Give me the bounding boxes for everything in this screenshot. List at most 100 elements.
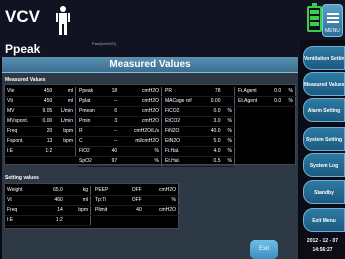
settings-col-left: Weight 65.0 kg Vt 460 ml Freq 14 bpm I:E 1:2 bbox=[5, 186, 91, 226]
parameter-unit: % bbox=[222, 156, 236, 167]
menu-button[interactable]: MENU bbox=[322, 4, 343, 37]
value-row: Fi.Agent 0.0% bbox=[236, 87, 297, 97]
value-row: PR 78 bbox=[163, 87, 236, 97]
parameter-value: 13 bbox=[36, 136, 55, 147]
sidebar-item-alarm-setting[interactable]: Alarm Setting bbox=[303, 98, 345, 122]
parameter-value: 450 bbox=[36, 96, 55, 107]
parameter-value: 0.0 bbox=[268, 87, 284, 97]
parameter-unit: % bbox=[222, 126, 236, 137]
parameter-unit: cmH2O/L/s bbox=[119, 126, 163, 137]
parameter-value: 40 bbox=[105, 146, 120, 157]
value-row: MACage ref 0.00 bbox=[163, 96, 236, 107]
measured-col-1: Vte 450 ml Vti 450 ml MV 9.05 L/min MVspont. 0.00 L… bbox=[5, 87, 77, 157]
value-row: PEEP OFF cmH2O bbox=[93, 186, 179, 196]
parameter-unit: cmH2O bbox=[143, 205, 179, 216]
parameter-unit bbox=[54, 146, 77, 157]
parameter-value: -- bbox=[105, 96, 120, 107]
parameter-unit: % bbox=[222, 106, 236, 117]
parameter-unit: % bbox=[222, 146, 236, 157]
parameter-unit: L/min bbox=[54, 116, 77, 127]
parameter-value: 0.5 bbox=[204, 156, 223, 167]
parameter-value: OFF bbox=[121, 186, 144, 196]
parameter-unit bbox=[222, 96, 236, 107]
parameter-value: 0.0 bbox=[204, 106, 223, 117]
parameter-unit bbox=[64, 215, 91, 226]
sidebar-item-exit-menu[interactable]: Exit Menu bbox=[303, 208, 345, 232]
value-row: Pmin 3 cmH2O bbox=[77, 116, 163, 127]
parameter-name: Vt bbox=[5, 195, 41, 206]
waveform-strip: Ppeak Paw(cmH2O) bbox=[0, 40, 300, 58]
parameter-unit: bpm bbox=[54, 126, 77, 137]
value-row: Freq 20 bpm bbox=[5, 126, 77, 137]
parameter-value: 78 bbox=[204, 87, 223, 97]
parameter-unit: % bbox=[283, 96, 297, 107]
parameter-name: EtN2O bbox=[163, 136, 205, 147]
value-row: Vte 450 ml bbox=[5, 87, 77, 97]
parameter-unit: % bbox=[119, 156, 163, 167]
parameter-unit: % bbox=[143, 195, 179, 206]
value-row: EtN2O 5.0% bbox=[163, 136, 236, 147]
parameter-unit: L/min bbox=[54, 106, 77, 117]
parameter-value: 1:2 bbox=[40, 215, 65, 226]
parameter-value: 0.00 bbox=[204, 96, 223, 107]
sidebar-menu: Ventilation Setting Measured Values Alar… bbox=[300, 40, 345, 259]
sidebar-item-system-log[interactable]: System Log bbox=[303, 153, 345, 177]
parameter-name: I:E bbox=[5, 215, 41, 226]
sidebar-item-standby[interactable]: Standby bbox=[303, 180, 345, 204]
value-row: Freq 14 bpm bbox=[5, 205, 91, 216]
parameter-name: Fi.Agent bbox=[236, 87, 268, 97]
parameter-value: OFF bbox=[121, 195, 144, 206]
value-row: Et.Hal. 0.5% bbox=[163, 156, 236, 167]
parameter-unit: cmH2O bbox=[119, 87, 163, 97]
parameter-name: MVspont. bbox=[5, 116, 37, 127]
parameter-name: MV bbox=[5, 106, 37, 117]
parameter-value: 3.0 bbox=[204, 116, 223, 127]
value-row: Weight 65.0 kg bbox=[5, 186, 91, 196]
parameter-value: 14 bbox=[40, 205, 65, 216]
parameter-unit: ml/cmH2O bbox=[119, 136, 163, 147]
menu-icon bbox=[327, 13, 339, 23]
parameter-value: 40.0 bbox=[204, 126, 223, 137]
ppeak-label: Ppeak bbox=[5, 42, 41, 56]
parameter-name: FiN2O bbox=[163, 126, 205, 137]
measured-col-3: PR 78 MACage ref 0.00 FiCO2 0.0% EtCO2 3.0% FiN2… bbox=[163, 87, 236, 167]
value-row: MVspont. 0.00 L/min bbox=[5, 116, 77, 127]
measured-section-title: Measured Values bbox=[5, 77, 46, 83]
setting-section-title: Setting values bbox=[5, 175, 39, 181]
parameter-name: FiO2 bbox=[77, 146, 106, 157]
parameter-value: 1:2 bbox=[36, 146, 55, 157]
exit-button[interactable]: Exit bbox=[250, 240, 278, 259]
settings-col-right: PEEP OFF cmH2O Tp:Ti OFF% Plimit 40 cmH2O bbox=[93, 186, 179, 216]
parameter-unit: kg bbox=[64, 186, 91, 196]
value-row: Vt 460 ml bbox=[5, 195, 91, 206]
value-row: Tp:Ti OFF% bbox=[93, 195, 179, 206]
value-row: Fspont. 13 bpm bbox=[5, 136, 77, 147]
parameter-name: Ppeak bbox=[77, 87, 106, 97]
sidebar-item-ventilation-setting[interactable]: Ventilation Setting bbox=[303, 46, 345, 70]
sidebar-item-measured-values[interactable]: Measured Values bbox=[303, 72, 345, 96]
ventilation-mode: VCV bbox=[5, 7, 40, 26]
parameter-name: PEEP bbox=[93, 186, 122, 196]
value-row: Pmean 6 cmH2O bbox=[77, 106, 163, 117]
parameter-name: Plimit bbox=[93, 205, 122, 216]
value-row: Pplat -- cmH2O bbox=[77, 96, 163, 107]
parameter-value: 450 bbox=[36, 87, 55, 97]
parameter-name: C bbox=[77, 136, 106, 147]
parameter-unit: cmH2O bbox=[119, 106, 163, 117]
parameter-unit: % bbox=[119, 146, 163, 157]
parameter-unit: cmH2O bbox=[143, 186, 179, 196]
parameter-value: 0.00 bbox=[36, 116, 55, 127]
value-row: Plimit 40 cmH2O bbox=[93, 205, 179, 216]
parameter-unit: bpm bbox=[64, 205, 91, 216]
value-row: FiO2 40% bbox=[77, 146, 163, 157]
paw-axis-label: Paw(cmH2O) bbox=[92, 41, 117, 46]
parameter-value: 65.0 bbox=[40, 186, 65, 196]
parameter-unit: cmH2O bbox=[119, 116, 163, 127]
measured-values-dialog: Measured Values Measured Values Vte 450 ml… bbox=[2, 57, 298, 259]
parameter-name: Fi.Hal. bbox=[163, 146, 205, 157]
parameter-unit: ml bbox=[54, 96, 77, 107]
top-bar: VCV MENU bbox=[0, 0, 345, 40]
parameter-value: 3 bbox=[105, 116, 120, 127]
value-row: MV 9.05 L/min bbox=[5, 106, 77, 117]
sidebar-item-system-setting[interactable]: System Setting bbox=[303, 127, 345, 151]
